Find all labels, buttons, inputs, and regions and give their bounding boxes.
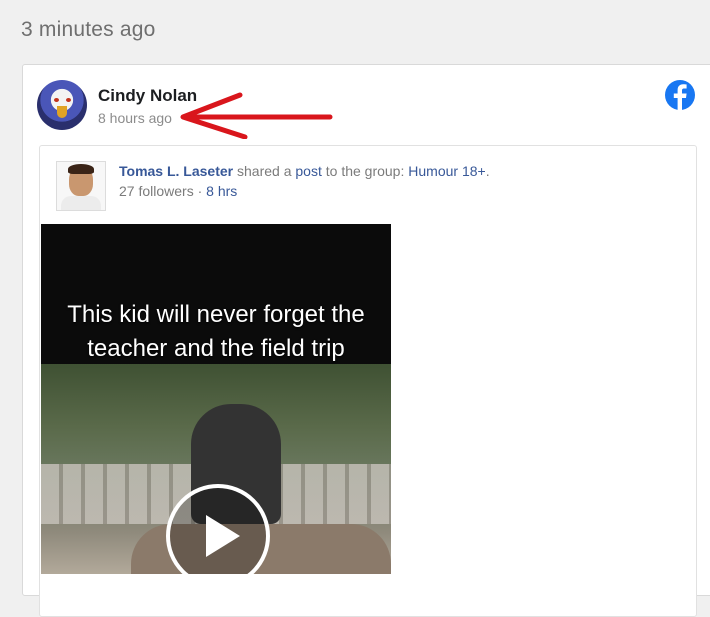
video-caption: This kid will never forget the teacher a… [67,301,365,362]
red-arrow-annotation [180,92,333,139]
shared-post-card: Tomas L. Laseter shared a post to the gr… [39,145,697,617]
play-triangle [206,515,240,557]
facebook-icon[interactable] [664,79,696,111]
author-avatar[interactable] [37,80,87,130]
avatar-beak [57,106,67,118]
meta-separator: · [193,183,207,199]
period-text: . [485,163,490,179]
avatar-shirt [61,196,101,210]
sharer-name-link[interactable]: Tomas L. Laseter [119,163,233,179]
shared-a-text: shared a [233,163,296,179]
followers-count: 27 followers [119,183,194,199]
avatar-hair [68,164,94,174]
share-line: Tomas L. Laseter shared a post to the gr… [119,163,490,179]
top-timestamp: 3 minutes ago [21,18,156,41]
avatar-eye [54,98,59,102]
post-card: Cindy Nolan 8 hours ago Tomas L. Laseter… [22,64,710,617]
shared-time-link[interactable]: 8 hrs [206,183,237,199]
group-link[interactable]: Humour 18+ [408,163,485,179]
avatar-eye [66,98,71,102]
share-meta: 27 followers · 8 hrs [119,183,237,199]
to-group-text: to the group: [321,163,409,179]
post-link[interactable]: post [295,163,321,179]
post-time[interactable]: 8 hours ago [98,110,172,126]
sharer-avatar[interactable] [56,161,106,211]
video-player[interactable]: This kid will never forget the teacher a… [41,224,391,574]
